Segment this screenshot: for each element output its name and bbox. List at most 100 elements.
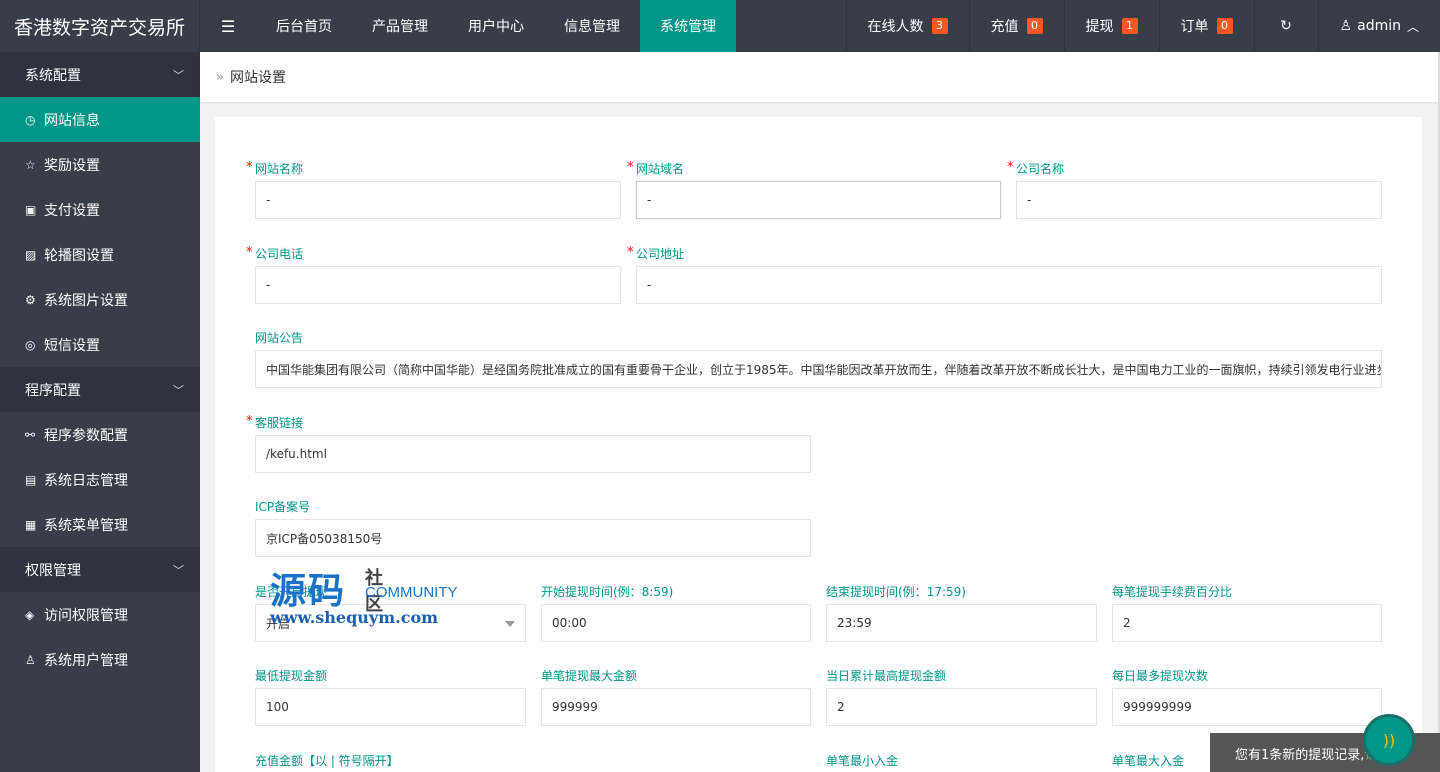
sidebar-item-label: 网站信息	[44, 112, 100, 129]
orders-badge: 0	[1216, 18, 1233, 34]
message-icon: ◎	[25, 337, 36, 352]
required-mark: *	[627, 160, 634, 175]
dashboard-icon: ◷	[25, 112, 36, 127]
service-link-input[interactable]: /kefu.html	[255, 435, 811, 473]
recharge-label: 充值	[990, 19, 1019, 35]
sidebar-item-system-logs[interactable]: ▤ 系统日志管理	[0, 457, 200, 502]
online-users-button[interactable]: 在线人数 3	[845, 0, 969, 52]
sidebar-item-label: 系统图片设置	[44, 292, 128, 309]
wallet-icon: ▣	[25, 202, 37, 217]
sidebar-group-permissions[interactable]: 权限管理 ﹀	[0, 547, 200, 592]
orders-label: 订单	[1180, 19, 1209, 35]
chevron-down-icon: ﹀	[173, 68, 184, 82]
user-icon: ♙	[1339, 18, 1353, 34]
withdraw-start-input[interactable]: 00:00	[541, 604, 811, 642]
daily-times-label: 每日最多提现次数	[1112, 669, 1209, 683]
withdraw-start-label: 开始提现时间(例：8:59)	[541, 585, 674, 599]
breadcrumb-current[interactable]: 网站设置	[230, 67, 286, 87]
topnav-home[interactable]: 后台首页	[256, 0, 352, 52]
recharge-badge: 0	[1026, 18, 1043, 34]
sidebar-item-system-images[interactable]: ⚙ 系统图片设置	[0, 277, 200, 322]
sidebar-item-label: 系统日志管理	[44, 472, 128, 489]
sidebar-item-label: 系统菜单管理	[44, 517, 128, 534]
sidebar-group-label: 系统配置	[25, 67, 81, 84]
chevron-up-icon: ︿	[1406, 19, 1419, 34]
sidebar-group-label: 权限管理	[25, 562, 81, 579]
topnav-info[interactable]: 信息管理	[544, 0, 640, 52]
sidebar-item-access-permissions[interactable]: ◈ 访问权限管理	[0, 592, 200, 637]
withdraw-fee-input[interactable]: 2	[1112, 604, 1382, 642]
shield-check-icon: ◈	[25, 607, 35, 622]
sound-icon[interactable]: ))	[1363, 714, 1415, 766]
notification-text: 您有1条新的提现记录,	[1235, 747, 1365, 763]
sidebar-item-label: 轮播图设置	[44, 247, 114, 264]
site-name-label: 网站名称	[255, 162, 304, 176]
withdraw-button[interactable]: 提现 1	[1063, 0, 1159, 52]
settings-form: * 网站名称 - * 网站域名 - * 公司名称 - * 公司电话 - * 公司…	[215, 117, 1422, 772]
company-address-input[interactable]: -	[636, 266, 1382, 304]
log-icon: ▤	[25, 472, 37, 487]
refresh-icon[interactable]: ↻	[1253, 0, 1318, 52]
notice-input[interactable]: 中国华能集团有限公司（简称中国华能）是经国务院批准成立的国有重要骨干企业，创立于…	[255, 350, 1382, 388]
required-mark: *	[246, 414, 253, 429]
daily-max-input[interactable]: 2	[826, 688, 1097, 726]
max-deposit-label: 单笔最大入金	[1112, 754, 1185, 768]
company-address-label: 公司地址	[636, 247, 685, 261]
table-icon: ▦	[25, 517, 37, 532]
sidebar-item-label: 支付设置	[44, 202, 100, 219]
double-chevron-right-icon: »	[216, 69, 224, 85]
sidebar-group-program-config[interactable]: 程序配置 ﹀	[0, 367, 200, 412]
icp-label: ICP备案号	[255, 500, 311, 514]
sidebar-item-system-menu[interactable]: ▦ 系统菜单管理	[0, 502, 200, 547]
topnav-users[interactable]: 用户中心	[448, 0, 544, 52]
withdraw-end-input[interactable]: 23:59	[826, 604, 1097, 642]
company-name-input[interactable]: -	[1016, 181, 1382, 219]
top-right-tools: 在线人数 3 充值 0 提现 1 订单 0 ↻ ♙ admin ︿	[845, 0, 1440, 52]
min-deposit-label: 单笔最小入金	[826, 754, 899, 768]
sidebar-item-program-params[interactable]: ⚯ 程序参数配置	[0, 412, 200, 457]
withdraw-open-value: 开启	[266, 616, 291, 631]
app-logo[interactable]: 香港数字资产交易所	[0, 0, 200, 52]
company-phone-input[interactable]: -	[255, 266, 621, 304]
required-mark: *	[1007, 160, 1014, 175]
star-icon: ☆	[25, 157, 36, 172]
withdraw-fee-label: 每笔提现手续费百分比	[1112, 585, 1233, 599]
recharge-amounts-label: 充值金额【以 | 符号隔开】	[255, 754, 399, 768]
daily-max-label: 当日累计最高提现金额	[826, 669, 947, 683]
sidebar-item-label: 奖励设置	[44, 157, 100, 174]
icp-input[interactable]: 京ICP备05038150号	[255, 519, 811, 557]
link-icon: ⚯	[25, 427, 36, 442]
sidebar-item-label: 程序参数配置	[44, 427, 128, 444]
company-phone-label: 公司电话	[255, 247, 304, 261]
menu-toggle-icon[interactable]: ☰	[200, 0, 256, 52]
sidebar-item-carousel[interactable]: ▨ 轮播图设置	[0, 232, 200, 277]
user-icon: ♙	[25, 652, 36, 667]
recharge-button[interactable]: 充值 0	[968, 0, 1064, 52]
site-name-input[interactable]: -	[255, 181, 621, 219]
user-menu[interactable]: ♙ admin ︿	[1317, 0, 1440, 52]
daily-times-input[interactable]: 999999999	[1112, 688, 1382, 726]
sidebar-item-rewards[interactable]: ☆ 奖励设置	[0, 142, 200, 187]
site-domain-input[interactable]: -	[636, 181, 1001, 219]
max-withdraw-label: 单笔提现最大金额	[541, 669, 638, 683]
top-nav: 后台首页 产品管理 用户中心 信息管理 系统管理	[256, 0, 736, 52]
min-withdraw-input[interactable]: 100	[255, 688, 526, 726]
sidebar-item-site-info[interactable]: ◷ 网站信息	[0, 97, 200, 142]
user-name: admin	[1357, 18, 1401, 34]
sidebar-group-system-config[interactable]: 系统配置 ﹀	[0, 52, 200, 97]
required-mark: *	[246, 245, 253, 260]
required-mark: *	[246, 160, 253, 175]
withdraw-badge: 1	[1121, 18, 1138, 34]
max-withdraw-input[interactable]: 999999	[541, 688, 811, 726]
sidebar-item-label: 系统用户管理	[44, 652, 128, 669]
topnav-system[interactable]: 系统管理	[640, 0, 736, 52]
gear-icon: ⚙	[25, 292, 36, 307]
sidebar-item-label: 短信设置	[44, 337, 100, 354]
withdraw-open-select[interactable]: 开启	[255, 604, 526, 642]
sidebar-item-payment[interactable]: ▣ 支付设置	[0, 187, 200, 232]
sidebar-item-system-users[interactable]: ♙ 系统用户管理	[0, 637, 200, 682]
orders-button[interactable]: 订单 0	[1158, 0, 1254, 52]
topnav-products[interactable]: 产品管理	[352, 0, 448, 52]
withdraw-open-label: 是否开启提现	[255, 585, 328, 599]
sidebar-item-sms[interactable]: ◎ 短信设置	[0, 322, 200, 367]
